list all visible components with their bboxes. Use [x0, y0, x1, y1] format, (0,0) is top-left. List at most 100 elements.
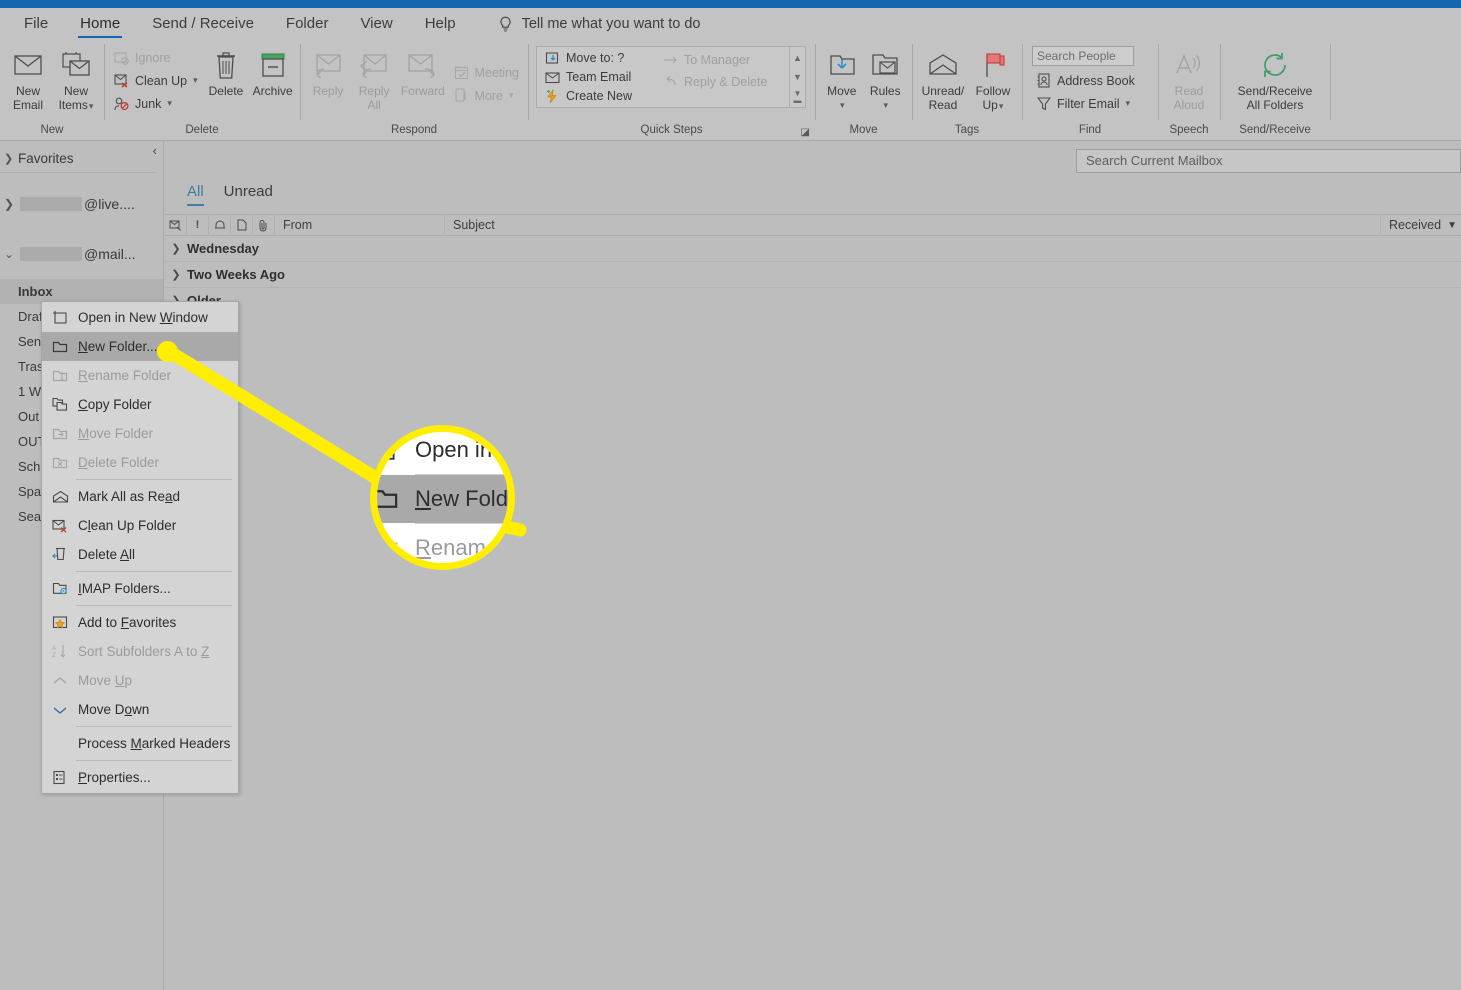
menu-item-sort-subfolders[interactable]: AZ Sort Subfolders A to Z [42, 637, 238, 666]
ribbon-group-label-tags: Tags [954, 124, 980, 136]
new-items-button[interactable]: New Items▾ [54, 44, 98, 113]
move-folder-icon [52, 427, 78, 441]
archive-button[interactable]: Archive [251, 44, 294, 98]
menu-item-open-in-new-window[interactable]: Open in New Window [42, 303, 238, 332]
send-receive-all-folders-button[interactable]: Send/Receive All Folders [1226, 44, 1324, 112]
lightbulb-icon [498, 16, 513, 33]
magnified-item-new-folder: New Folder. [377, 475, 508, 523]
account-live[interactable]: ❯ @live.... [0, 179, 163, 229]
tell-me-box[interactable]: Tell me what you want to do [498, 16, 701, 33]
new-email-button[interactable]: New Email [6, 44, 50, 112]
menu-item-delete-folder[interactable]: Delete Folder [42, 448, 238, 477]
tab-all[interactable]: All [187, 183, 204, 206]
favorites-header[interactable]: ❯ Favorites [0, 141, 163, 166]
filter-email-button[interactable]: Filter Email ▾ [1032, 93, 1138, 114]
follow-up-button[interactable]: Follow Up▾ [970, 44, 1016, 113]
tab-file[interactable]: File [10, 11, 62, 38]
menu-item-move-down[interactable]: Move Down [42, 695, 238, 724]
column-reminder-icon[interactable] [209, 214, 231, 236]
scroll-down-icon[interactable]: ▼ [790, 68, 805, 87]
quick-step-reply-delete[interactable]: Reply & Delete [659, 71, 785, 92]
junk-label: Junk [135, 96, 162, 111]
quick-steps-gallery[interactable]: Move to: ? Team Email Create New To Mana… [536, 46, 806, 108]
column-received[interactable]: Received ▼ [1379, 214, 1457, 236]
unread-read-button[interactable]: Unread/ Read [918, 44, 968, 112]
move-icon [827, 46, 857, 84]
properties-icon [52, 770, 78, 785]
group-row-wednesday[interactable]: ❯ Wednesday [165, 236, 1461, 262]
read-aloud-button[interactable]: Read Aloud [1164, 44, 1214, 112]
ignore-button[interactable]: Ignore [110, 47, 201, 68]
quick-steps-more-icon[interactable]: ▼ ▬ [790, 87, 805, 106]
follow-up-label-1: Follow [975, 84, 1011, 98]
menu-item-mark-all-as-read[interactable]: Mark All as Read [42, 482, 238, 511]
column-page-icon[interactable] [231, 214, 253, 236]
chevron-down-icon: ▾ [1125, 98, 1131, 108]
menu-item-rename-folder[interactable]: Rename Folder [42, 361, 238, 390]
imap-folders-icon [52, 581, 78, 596]
menu-item-add-to-favorites[interactable]: Add to Favorites [42, 608, 238, 637]
more-label: More [474, 88, 503, 103]
menu-item-move-up[interactable]: Move Up [42, 666, 238, 695]
menu-item-new-folder[interactable]: New Folder... [42, 332, 238, 361]
tab-send-receive[interactable]: Send / Receive [138, 11, 268, 38]
quick-steps-scrollbar[interactable]: ▲ ▼ ▼ ▬ [789, 47, 805, 107]
rules-button[interactable]: Rules ▾ [865, 44, 907, 112]
chevron-down-icon: ▾ [839, 100, 845, 110]
menu-item-process-marked-headers[interactable]: Process Marked Headers [42, 729, 238, 758]
open-new-window-icon [377, 438, 415, 462]
quick-steps-dialog-launcher[interactable]: ◪ [801, 127, 810, 138]
more-icon [453, 87, 470, 104]
tab-unread[interactable]: Unread [224, 183, 273, 206]
reply-all-button[interactable]: Reply All [352, 44, 396, 112]
search-people-input[interactable]: Search People [1032, 46, 1134, 66]
menu-item-imap-folders[interactable]: IMAP Folders... [42, 574, 238, 603]
add-to-favorites-icon [52, 615, 78, 630]
forward-button[interactable]: Forward [398, 44, 447, 98]
ribbon-group-label-delete: Delete [185, 124, 219, 136]
move-button[interactable]: Move ▾ [821, 44, 863, 112]
column-attachment-clip-icon[interactable] [253, 214, 275, 236]
column-from[interactable]: From [275, 214, 445, 236]
menu-item-delete-all[interactable]: Delete All [42, 540, 238, 569]
delete-button[interactable]: Delete [205, 44, 248, 98]
group-row-two-weeks-ago[interactable]: ❯ Two Weeks Ago [165, 262, 1461, 288]
delete-folder-icon [52, 456, 78, 470]
quick-step-reply-delete-label: Reply & Delete [684, 74, 768, 89]
tell-me-label: Tell me what you want to do [521, 16, 701, 32]
address-book-button[interactable]: Address Book [1032, 70, 1138, 91]
menu-item-clean-up-folder[interactable]: Clean Up Folder [42, 511, 238, 540]
scroll-up-icon[interactable]: ▲ [790, 48, 805, 67]
menu-label-rename-folder: Rename Folder [78, 368, 172, 383]
menu-label-process-marked-headers: Process Marked Headers [78, 736, 231, 751]
tab-home[interactable]: Home [66, 11, 134, 38]
clean-up-button[interactable]: Clean Up ▾ [110, 70, 201, 91]
menu-item-copy-folder[interactable]: Copy Folder [42, 390, 238, 419]
column-header-row: ! From Subject Received ▼ [165, 214, 1461, 236]
meeting-button[interactable]: Meeting [450, 62, 522, 83]
column-message-status-icon[interactable] [165, 214, 187, 236]
quick-step-move-to[interactable]: Move to: ? [541, 49, 651, 67]
account-mail[interactable]: ⌄ @mail... [0, 229, 163, 279]
chevron-left-icon[interactable]: ‹ [153, 143, 157, 158]
send-receive-label-2: All Folders [1246, 98, 1304, 112]
more-button[interactable]: More ▾ [450, 85, 522, 106]
tab-help[interactable]: Help [411, 11, 470, 38]
quick-step-to-manager[interactable]: To Manager [659, 49, 785, 70]
junk-button[interactable]: Junk ▾ [110, 93, 201, 114]
quick-step-team-email[interactable]: Team Email [541, 68, 651, 86]
ribbon-group-label-new: New [40, 124, 64, 136]
search-input[interactable]: Search Current Mailbox [1076, 149, 1461, 173]
column-importance-icon[interactable]: ! [187, 214, 209, 236]
reply-label: Reply [312, 84, 344, 98]
reply-button[interactable]: Reply [306, 44, 350, 98]
filter-icon [1035, 95, 1052, 112]
menu-item-properties[interactable]: Properties... [42, 763, 238, 792]
ribbon: New Email New Items▾ New Ignore Clean Up… [0, 40, 1461, 140]
quick-step-create-new[interactable]: Create New [541, 87, 651, 105]
menu-item-move-folder[interactable]: Move Folder [42, 419, 238, 448]
to-manager-icon [662, 51, 679, 68]
column-subject[interactable]: Subject [445, 214, 745, 236]
tab-folder[interactable]: Folder [272, 11, 343, 38]
tab-view[interactable]: View [346, 11, 406, 38]
